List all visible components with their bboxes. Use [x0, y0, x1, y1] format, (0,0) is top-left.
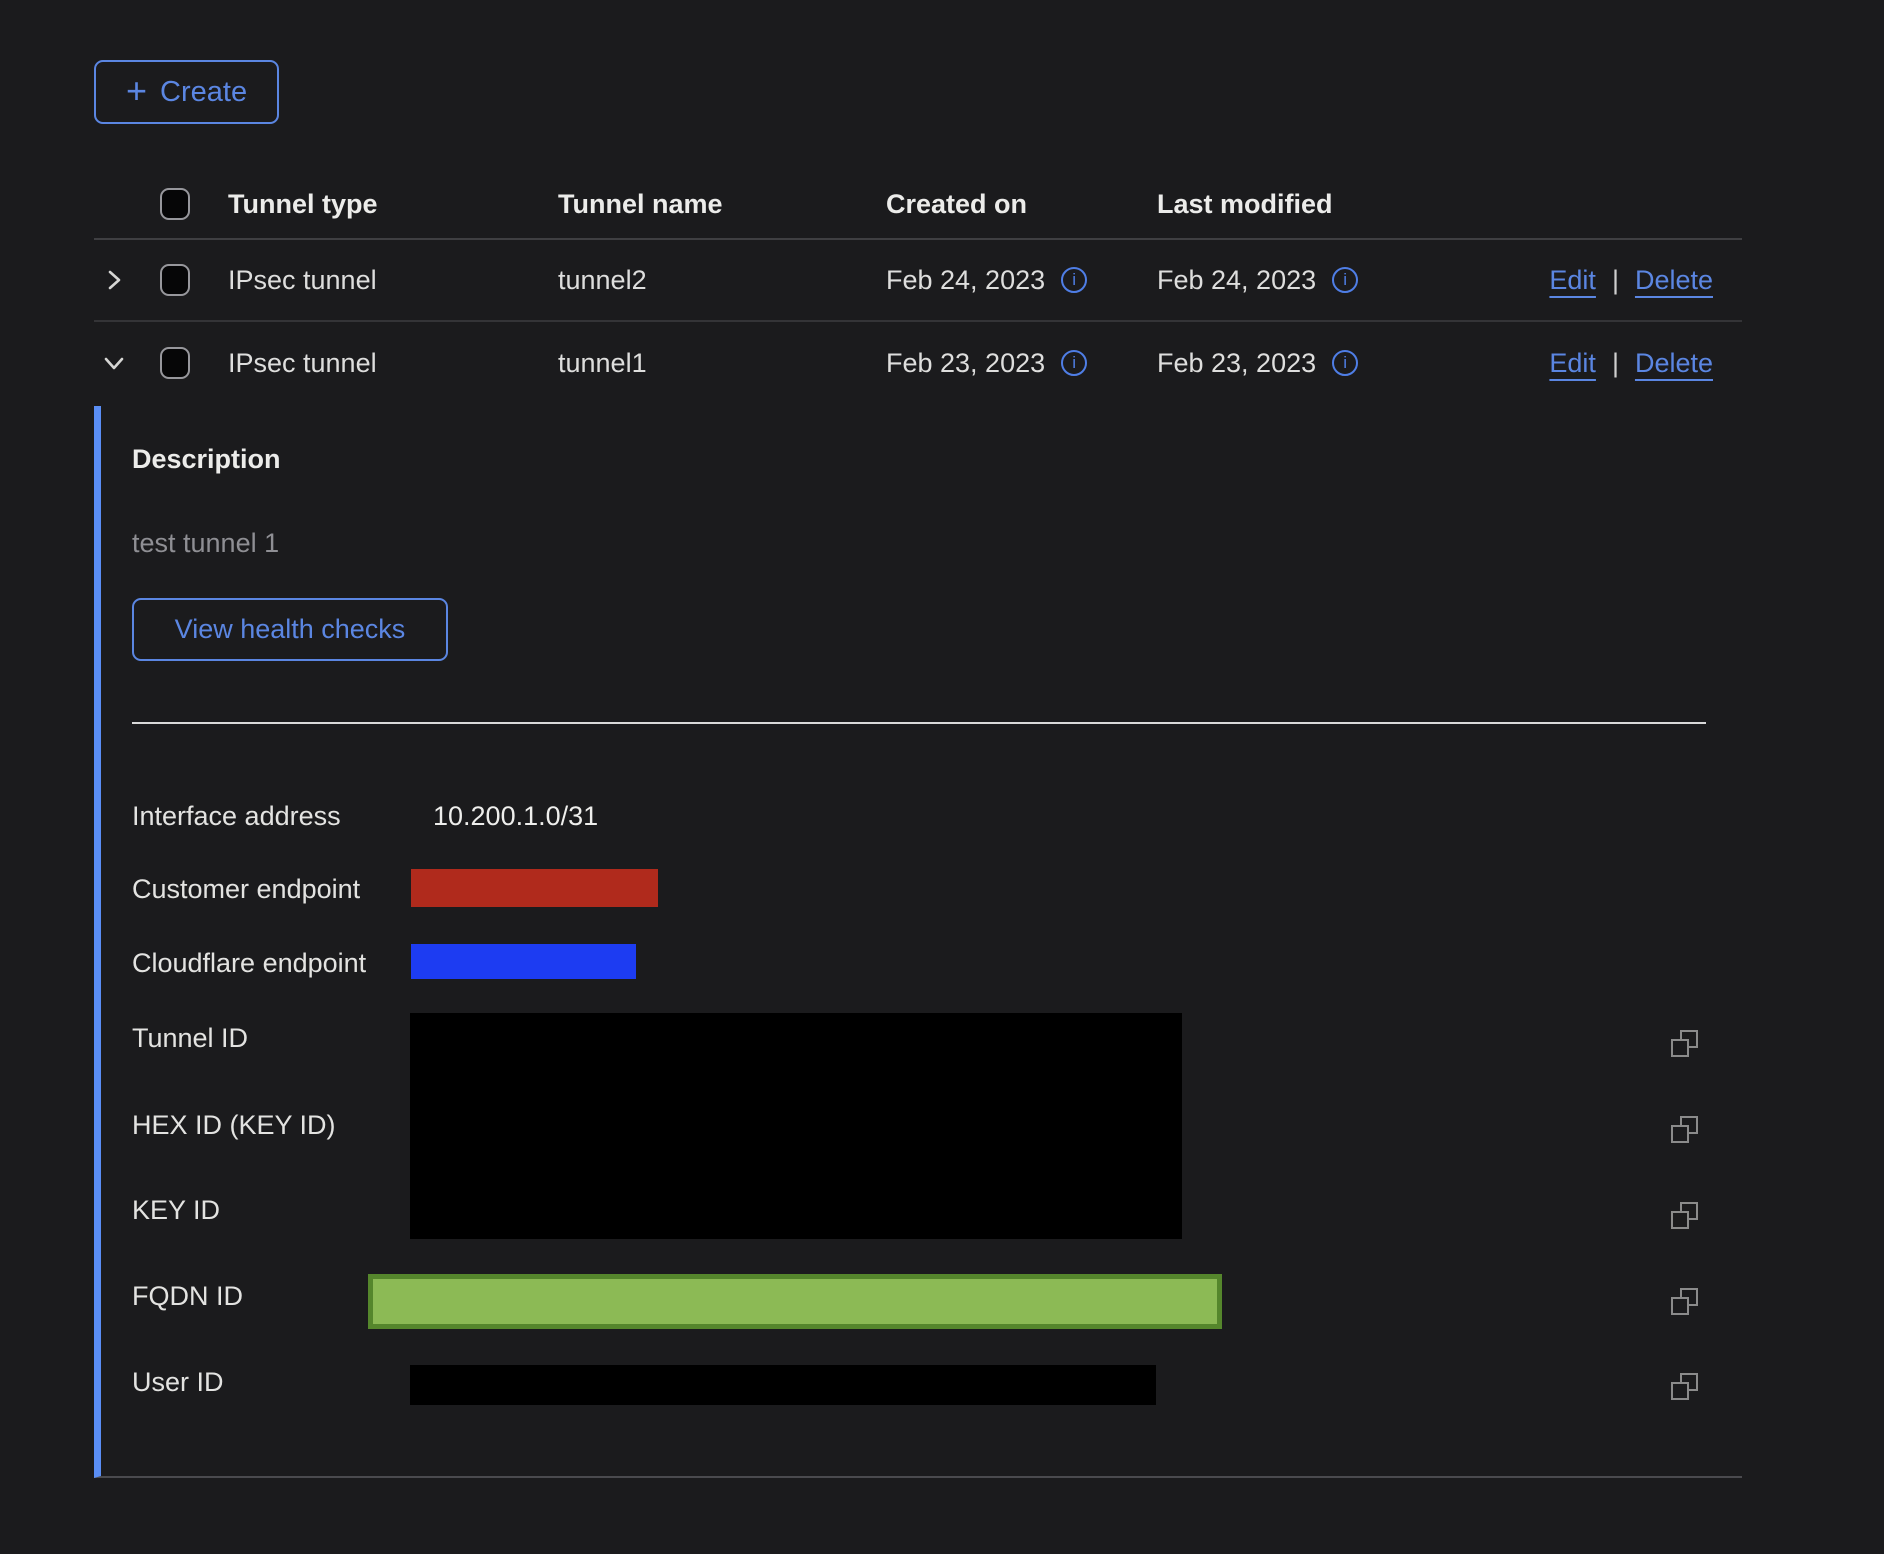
tunnel-hex-key-id-redacted-values	[410, 1013, 1182, 1239]
customer-endpoint-redacted-value	[411, 869, 658, 907]
section-divider	[132, 722, 1706, 724]
actions-separator: |	[1612, 265, 1619, 296]
last-modified-value: Feb 24, 2023	[1157, 265, 1316, 296]
view-health-checks-button[interactable]: View health checks	[132, 598, 448, 661]
cloudflare-endpoint-label: Cloudflare endpoint	[132, 946, 366, 980]
copy-icon-front-square	[1671, 1125, 1689, 1143]
table-header-row: Tunnel type Tunnel name Created on Last …	[94, 150, 1742, 240]
created-on-value: Feb 24, 2023	[886, 265, 1045, 296]
header-tunnel-type: Tunnel type	[228, 189, 558, 220]
fqdn-id-redacted-value	[368, 1274, 1222, 1329]
table-row: IPsec tunnel tunnel1 Feb 23, 2023 i Feb …	[94, 322, 1742, 404]
copy-fqdn-id-icon[interactable]	[1671, 1288, 1698, 1315]
description-value: test tunnel 1	[132, 526, 279, 560]
create-button-label: Create	[160, 76, 247, 109]
header-created-on: Created on	[886, 189, 1157, 220]
customer-endpoint-label: Customer endpoint	[132, 872, 360, 906]
info-icon[interactable]: i	[1332, 267, 1358, 293]
edit-link[interactable]: Edit	[1549, 265, 1596, 296]
interface-address-value: 10.200.1.0/31	[433, 799, 598, 833]
create-button[interactable]: + Create	[94, 60, 279, 124]
tunnel-name-cell: tunnel1	[558, 348, 886, 379]
header-tunnel-name: Tunnel name	[558, 189, 886, 220]
info-icon[interactable]: i	[1061, 350, 1087, 376]
copy-icon-front-square	[1671, 1297, 1689, 1315]
cloudflare-endpoint-redacted-value	[411, 944, 636, 979]
tunnels-table: Tunnel type Tunnel name Created on Last …	[94, 150, 1742, 404]
user-id-redacted-value	[410, 1365, 1156, 1405]
tunnel-type-cell: IPsec tunnel	[228, 265, 558, 296]
copy-tunnel-id-icon[interactable]	[1671, 1030, 1698, 1057]
tunnel-id-label: Tunnel ID	[132, 1021, 248, 1055]
delete-link[interactable]: Delete	[1635, 265, 1713, 296]
copy-icon-front-square	[1671, 1039, 1689, 1057]
user-id-label: User ID	[132, 1365, 224, 1399]
hex-id-label: HEX ID (KEY ID)	[132, 1108, 336, 1142]
copy-key-id-icon[interactable]	[1671, 1202, 1698, 1229]
last-modified-value: Feb 23, 2023	[1157, 348, 1316, 379]
key-id-label: KEY ID	[132, 1193, 220, 1227]
copy-hex-id-icon[interactable]	[1671, 1116, 1698, 1143]
row-checkbox[interactable]	[160, 264, 190, 296]
tunnel-type-cell: IPsec tunnel	[228, 348, 558, 379]
created-on-value: Feb 23, 2023	[886, 348, 1045, 379]
tunnel-name-cell: tunnel2	[558, 265, 886, 296]
edit-link[interactable]: Edit	[1549, 348, 1596, 379]
copy-icon-front-square	[1671, 1211, 1689, 1229]
tunnels-page: + Create Tunnel type Tunnel name Created…	[0, 0, 1884, 1554]
copy-user-id-icon[interactable]	[1671, 1373, 1698, 1400]
info-icon[interactable]: i	[1332, 350, 1358, 376]
delete-link[interactable]: Delete	[1635, 348, 1713, 379]
plus-icon: +	[126, 73, 147, 109]
copy-icon-front-square	[1671, 1382, 1689, 1400]
fqdn-id-label: FQDN ID	[132, 1279, 243, 1313]
header-last-modified: Last modified	[1157, 189, 1450, 220]
select-all-checkbox[interactable]	[160, 188, 190, 220]
actions-separator: |	[1612, 348, 1619, 379]
description-label: Description	[132, 442, 281, 476]
info-icon[interactable]: i	[1061, 267, 1087, 293]
chevron-down-icon[interactable]	[100, 349, 128, 377]
interface-address-label: Interface address	[132, 799, 341, 833]
chevron-right-icon[interactable]	[100, 266, 128, 294]
tunnel-details-panel: Description test tunnel 1 View health ch…	[94, 406, 1742, 1478]
row-checkbox[interactable]	[160, 347, 190, 379]
header-checkbox-cell	[160, 188, 228, 220]
table-row: IPsec tunnel tunnel2 Feb 24, 2023 i Feb …	[94, 240, 1742, 322]
